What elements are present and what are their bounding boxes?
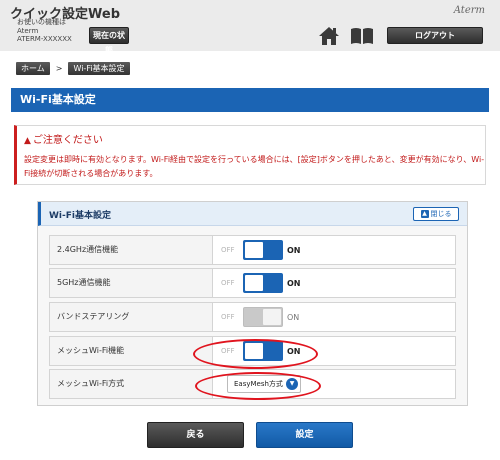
logout-button[interactable]: ログアウト [387,27,483,44]
section-header: Wi-Fi基本設定 ▲ 閉じる [38,202,467,226]
setting-label: 5GHz通信機能 [50,269,213,297]
notice-title-wrap: ▲ ご注意ください [24,131,103,146]
notice-box: ▲ ご注意ください 設定変更は即時に有効となります。Wi-Fi経由で設定を行ってい… [14,125,486,185]
toggle-knob [245,242,263,258]
toggle-mesh-wifi[interactable]: OFF ON [221,341,301,361]
toggle-knob [245,275,263,291]
device-model: ATERM-XXXXXX [17,35,72,43]
toggle-on-label: ON [287,245,301,255]
notice-text: 設定変更は即時に有効となります。Wi-Fi経由で設定を行っている場合には、[設定… [24,155,485,178]
setting-label: メッシュWi-Fi機能 [50,337,213,365]
toggle-off-label: OFF [221,279,235,287]
current-status-button[interactable]: 現在の状態 [89,27,129,55]
notice-title: ご注意ください [32,135,103,146]
back-button[interactable]: 戻る [147,422,244,448]
mesh-method-select[interactable]: EasyMesh方式 ▼ [227,375,301,393]
toggle-knob [263,309,281,325]
toggle-off-label: OFF [221,347,235,355]
toggle-switch[interactable] [243,273,283,293]
wifi-basic-settings-section: Wi-Fi基本設定 ▲ 閉じる 2.4GHz通信機能 OFF ON 5GHz通信機… [37,201,468,406]
setting-row-2-4ghz: 2.4GHz通信機能 OFF ON [49,235,456,265]
breadcrumb: ホーム > Wi-Fi基本設定 [16,62,130,75]
toggle-2-4ghz[interactable]: OFF ON [221,240,301,260]
toggle-on-label: ON [287,312,300,322]
setting-label: メッシュWi-Fi方式 [50,370,213,398]
setting-row-mesh-wifi: メッシュWi-Fi機能 OFF ON [49,336,456,366]
toggle-on-label: ON [287,346,301,356]
home-icon[interactable] [318,26,340,46]
device-info-label: お使いの機種は [17,18,66,26]
toggle-switch[interactable] [243,341,283,361]
toggle-switch[interactable] [243,240,283,260]
close-section-button[interactable]: ▲ 閉じる [413,207,459,221]
header-bar: クイック設定Web お使いの機種は Aterm ATERM-XXXXXX 現在の… [0,0,500,55]
close-button-label: 閉じる [430,210,452,218]
breadcrumb-current: Wi-Fi基本設定 [68,62,130,75]
chevron-up-icon: ▲ [420,210,429,218]
setting-label: バンドステアリング [50,303,213,331]
brand-logo: Aterm [453,5,485,16]
page-title: Wi-Fi基本設定 [11,88,489,112]
toggle-5ghz[interactable]: OFF ON [221,273,301,293]
toggle-off-label: OFF [221,246,235,254]
toggle-band-steering[interactable]: OFF ON [221,307,299,327]
section-title: Wi-Fi基本設定 [49,211,111,221]
toggle-on-label: ON [287,278,301,288]
setting-row-band-steering: バンドステアリング OFF ON [49,302,456,332]
setting-label: 2.4GHz通信機能 [50,236,213,264]
warning-icon: ▲ [24,136,31,146]
toggle-switch-disabled[interactable] [243,307,283,327]
device-brand: Aterm [17,26,39,35]
breadcrumb-separator: > [55,64,63,73]
device-info: お使いの機種は Aterm ATERM-XXXXXX [17,18,72,44]
toggle-off-label: OFF [221,313,235,321]
setting-row-5ghz: 5GHz通信機能 OFF ON [49,268,456,298]
chevron-down-icon: ▼ [286,378,298,390]
breadcrumb-home[interactable]: ホーム [16,62,50,75]
book-icon[interactable] [350,27,374,45]
select-value: EasyMesh方式 [234,380,283,388]
save-button[interactable]: 設定 [256,422,353,448]
setting-row-mesh-method: メッシュWi-Fi方式 EasyMesh方式 ▼ [49,369,456,399]
toggle-knob [245,343,263,359]
